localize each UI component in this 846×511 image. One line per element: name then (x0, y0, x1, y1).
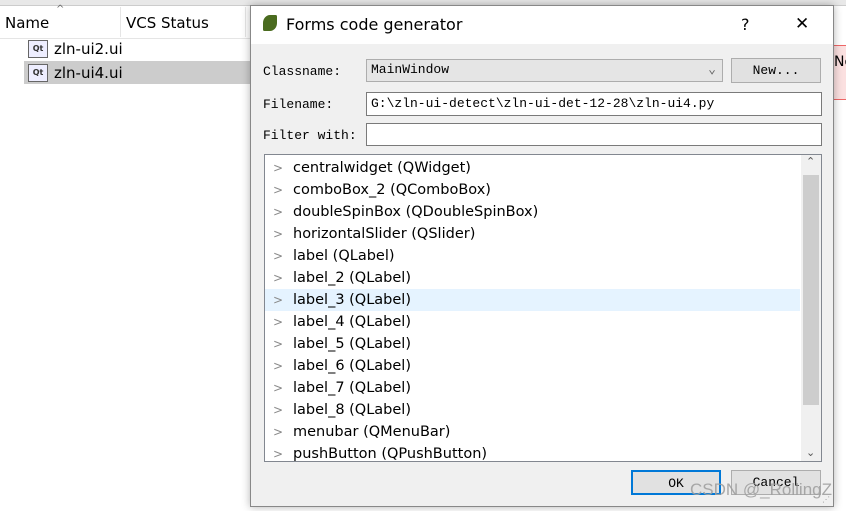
new-button[interactable]: New... (731, 58, 821, 83)
tree-item-label: horizontalSlider (QSlider) (293, 226, 476, 242)
chevron-right-icon: > (273, 249, 284, 263)
watermark: CSDN @_RollingZ (690, 480, 832, 499)
chevron-right-icon: > (273, 293, 284, 307)
chevron-down-icon: ⌄ (708, 62, 716, 77)
scroll-up-icon[interactable]: ⌃ (806, 155, 815, 168)
tree-item-label: pushButton (QPushButton) (293, 446, 488, 462)
divider (245, 7, 246, 37)
tree-item[interactable]: > horizontalSlider (QSlider) (265, 223, 800, 245)
tree-item-label: comboBox_2 (QComboBox) (293, 182, 491, 198)
dialog-title: Forms code generator (286, 15, 463, 34)
background-panel: No (834, 45, 846, 100)
divider (120, 7, 121, 37)
chevron-right-icon: > (273, 337, 284, 351)
classname-label: Classname: (263, 64, 342, 79)
classname-combobox[interactable]: MainWindow ⌄ (366, 59, 723, 82)
scrollbar-thumb[interactable] (803, 175, 819, 405)
tree-item-label: label_6 (QLabel) (293, 358, 411, 374)
tree-item[interactable]: > comboBox_2 (QComboBox) (265, 179, 800, 201)
tree-item-label: doubleSpinBox (QDoubleSpinBox) (293, 204, 539, 220)
file-list-header: Name ^ VCS Status (0, 4, 250, 39)
filter-label: Filter with: (263, 128, 357, 143)
column-name[interactable]: Name (5, 14, 49, 32)
tree-item[interactable]: > label_3 (QLabel) (265, 289, 800, 311)
close-button[interactable]: ✕ (795, 14, 809, 34)
tree-item[interactable]: > doubleSpinBox (QDoubleSpinBox) (265, 201, 800, 223)
filename-label: Filename: (263, 97, 334, 112)
tree-item-label: label_8 (QLabel) (293, 402, 411, 418)
chevron-right-icon: > (273, 359, 284, 373)
tree-item-label: label_4 (QLabel) (293, 314, 411, 330)
tree-item-label: label (QLabel) (293, 248, 395, 264)
tree-item[interactable]: > label_4 (QLabel) (265, 311, 800, 333)
file-name: zln-ui4.ui (54, 63, 123, 82)
qt-designer-file-icon: Qt (28, 39, 48, 58)
tree-item[interactable]: > centralwidget (QWidget) (265, 157, 800, 179)
qt-designer-file-icon: Qt (28, 63, 48, 82)
chevron-right-icon: > (273, 381, 284, 395)
file-item[interactable]: Qt zln-ui2.ui (24, 37, 250, 60)
tree-item-label: label_2 (QLabel) (293, 270, 411, 286)
tree-item-label: label_3 (QLabel) (293, 292, 411, 308)
column-vcs-status[interactable]: VCS Status (126, 14, 209, 32)
tree-item[interactable]: > menubar (QMenuBar) (265, 421, 800, 443)
chevron-right-icon: > (273, 161, 284, 175)
widget-tree[interactable]: > centralwidget (QWidget) > comboBox_2 (QCo… (264, 154, 822, 462)
tree-item[interactable]: > label_6 (QLabel) (265, 355, 800, 377)
filter-input[interactable] (366, 123, 822, 146)
tree-item-label: label_5 (QLabel) (293, 336, 411, 352)
tree-item[interactable]: > label_5 (QLabel) (265, 333, 800, 355)
chevron-right-icon: > (273, 205, 284, 219)
chevron-right-icon: > (273, 183, 284, 197)
chevron-right-icon: > (273, 403, 284, 417)
chevron-right-icon: > (273, 447, 284, 461)
title-bar: Forms code generator ? ✕ (251, 6, 833, 44)
chevron-right-icon: > (273, 271, 284, 285)
tree-item[interactable]: > label (QLabel) (265, 245, 800, 267)
tree-item-label: label_7 (QLabel) (293, 380, 411, 396)
filename-input[interactable]: G:\zln-ui-detect\zln-ui-det-12-28\zln-ui… (366, 92, 822, 116)
tree-item[interactable]: > pushButton (QPushButton) (265, 443, 800, 462)
eric-logo-icon (263, 15, 277, 31)
file-item[interactable]: Qt zln-ui4.ui (24, 61, 250, 84)
chevron-right-icon: > (273, 315, 284, 329)
tree-item-label: centralwidget (QWidget) (293, 160, 471, 176)
sort-ascending-icon: ^ (56, 4, 65, 15)
tree-item[interactable]: > label_7 (QLabel) (265, 377, 800, 399)
scroll-down-icon[interactable]: ⌄ (806, 446, 815, 459)
file-name: zln-ui2.ui (54, 39, 123, 58)
vertical-scrollbar[interactable]: ⌃ ⌄ (801, 155, 821, 461)
partial-text: No (834, 54, 846, 70)
help-button[interactable]: ? (741, 15, 750, 34)
tree-item[interactable]: > label_8 (QLabel) (265, 399, 800, 421)
tree-item-label: menubar (QMenuBar) (293, 424, 451, 440)
forms-code-generator-dialog: Forms code generator ? ✕ Classname: Main… (250, 5, 834, 507)
tree-item[interactable]: > label_2 (QLabel) (265, 267, 800, 289)
chevron-right-icon: > (273, 227, 284, 241)
classname-value: MainWindow (371, 62, 450, 77)
chevron-right-icon: > (273, 425, 284, 439)
